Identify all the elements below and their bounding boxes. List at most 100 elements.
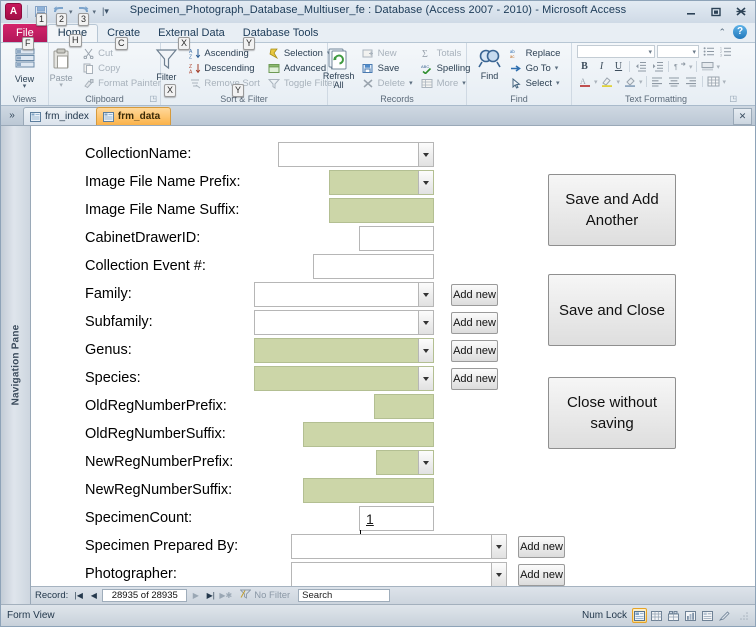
go-to-dropdown-arrow[interactable]: ▾ xyxy=(555,64,559,72)
minimize-button[interactable] xyxy=(683,5,699,18)
chevron-down-icon[interactable] xyxy=(418,451,433,474)
find-button[interactable]: Find xyxy=(473,45,507,91)
add-new-specimen-prepared-by-button[interactable]: Add new xyxy=(518,536,565,558)
field-input-cabinetdrawerid[interactable] xyxy=(359,226,434,251)
field-input-image-file-name-suffix[interactable] xyxy=(329,198,434,223)
add-new-species-button[interactable]: Add new xyxy=(451,368,498,390)
gridlines-dropdown-arrow[interactable]: ▾ xyxy=(723,78,727,86)
more-button[interactable]: More ▾ xyxy=(420,76,474,90)
increase-indent-icon[interactable] xyxy=(650,60,665,74)
go-to-button[interactable]: Go To ▾ xyxy=(509,61,564,75)
layout-view-button[interactable] xyxy=(700,608,715,623)
new-record-button[interactable]: New xyxy=(361,46,416,60)
document-tab-frm-index[interactable]: frm_index xyxy=(23,107,100,125)
align-right-icon[interactable] xyxy=(684,75,699,89)
form-view-button[interactable] xyxy=(632,608,647,623)
refresh-all-button[interactable]: Refresh All xyxy=(319,45,359,91)
new-record-button[interactable]: ▶✱ xyxy=(219,589,232,602)
add-new-family-button[interactable]: Add new xyxy=(451,284,498,306)
paste-dropdown-arrow[interactable]: ▾ xyxy=(59,82,63,89)
save-and-close-button[interactable]: Save and Close xyxy=(548,274,676,346)
record-position-box[interactable]: 28935 of 28935 xyxy=(102,589,188,602)
close-button[interactable] xyxy=(733,5,749,18)
chevron-down-icon[interactable] xyxy=(418,311,433,334)
align-center-icon[interactable] xyxy=(667,75,682,89)
italic-button[interactable]: I xyxy=(594,60,609,74)
save-and-add-another-button[interactable]: Save and Add Another xyxy=(548,174,676,246)
gridlines-icon[interactable] xyxy=(706,75,721,89)
pivotchart-view-button[interactable] xyxy=(683,608,698,623)
field-input-subfamily[interactable] xyxy=(254,310,434,335)
field-input-collection-event-number[interactable] xyxy=(313,254,434,279)
chevron-down-icon[interactable] xyxy=(418,171,433,194)
remove-sort-button[interactable]: Remove Sort xyxy=(187,76,262,90)
alternate-row-dropdown-arrow[interactable]: ▾ xyxy=(717,63,721,71)
document-tab-frm-data[interactable]: frm_data xyxy=(95,107,172,125)
chevron-down-icon[interactable] xyxy=(418,143,433,166)
chevron-down-icon[interactable] xyxy=(418,367,433,390)
shutter-bar-open-button[interactable]: » xyxy=(1,106,23,125)
text-direction-dropdown-arrow[interactable]: ▾ xyxy=(689,63,693,71)
delete-dropdown-arrow[interactable]: ▾ xyxy=(409,79,413,87)
resize-grip-icon[interactable] xyxy=(739,611,749,621)
field-input-family[interactable] xyxy=(254,282,434,307)
restore-button[interactable] xyxy=(708,5,724,18)
chevron-down-icon[interactable] xyxy=(491,563,506,586)
decrease-indent-icon[interactable] xyxy=(633,60,648,74)
field-input-species[interactable] xyxy=(254,366,434,391)
text-highlight-dropdown-arrow[interactable]: ▾ xyxy=(617,78,621,86)
view-dropdown-arrow[interactable]: ▾ xyxy=(23,83,27,90)
background-color-icon[interactable] xyxy=(622,75,637,89)
paste-button[interactable]: Paste ▾ xyxy=(43,45,79,91)
datasheet-view-button[interactable] xyxy=(649,608,664,623)
align-left-icon[interactable] xyxy=(650,75,665,89)
ribbon-tab-external-data[interactable]: External Data xyxy=(149,25,234,42)
font-color-dropdown-arrow[interactable]: ▾ xyxy=(594,78,598,86)
close-object-button[interactable]: ✕ xyxy=(733,108,752,125)
alternate-row-color-icon[interactable] xyxy=(700,60,715,74)
descending-button[interactable]: ZA Descending xyxy=(187,61,262,75)
numbered-list-icon[interactable]: 123 xyxy=(718,45,733,59)
font-color-icon[interactable]: A xyxy=(577,75,592,89)
last-record-button[interactable]: ▶| xyxy=(204,589,217,602)
replace-button[interactable]: ab ac Replace xyxy=(509,46,564,60)
chevron-down-icon[interactable] xyxy=(418,283,433,306)
field-input-photographer[interactable] xyxy=(291,562,507,586)
record-search-input[interactable]: Search xyxy=(298,589,391,602)
text-direction-icon[interactable]: ¶ xyxy=(672,60,687,74)
field-input-newregnumbersuffix[interactable] xyxy=(303,478,434,503)
more-dropdown-arrow[interactable]: ▾ xyxy=(462,79,466,87)
field-input-genus[interactable] xyxy=(254,338,434,363)
select-button[interactable]: Select ▾ xyxy=(509,76,564,90)
field-input-specimencount[interactable]: 1 xyxy=(359,506,434,545)
bulleted-list-icon[interactable] xyxy=(701,45,716,59)
background-color-dropdown-arrow[interactable]: ▾ xyxy=(639,78,643,86)
chevron-down-icon[interactable] xyxy=(491,535,506,558)
next-record-button[interactable]: ▶ xyxy=(189,589,202,602)
field-input-newregnumberprefix[interactable] xyxy=(376,450,434,475)
text-highlight-icon[interactable] xyxy=(600,75,615,89)
field-input-image-file-name-prefix[interactable] xyxy=(329,170,434,195)
filter-status[interactable]: No Filter xyxy=(239,589,290,602)
navigation-pane[interactable]: Navigation Pane xyxy=(1,126,31,604)
first-record-button[interactable]: |◀ xyxy=(72,589,85,602)
text-formatting-dialog-launcher-icon[interactable]: ◳ xyxy=(729,94,737,103)
close-without-saving-button[interactable]: Close without saving xyxy=(548,377,676,449)
field-input-oldregnumberprefix[interactable] xyxy=(374,394,434,419)
select-dropdown-arrow[interactable]: ▾ xyxy=(556,79,560,87)
field-input-specimen-prepared-by[interactable] xyxy=(291,534,507,559)
add-new-genus-button[interactable]: Add new xyxy=(451,340,498,362)
clipboard-dialog-launcher-icon[interactable]: ◳ xyxy=(149,94,157,103)
design-view-button[interactable] xyxy=(717,608,732,623)
font-name-combo[interactable]: ▾ xyxy=(577,45,655,58)
field-input-oldregnumbersuffix[interactable] xyxy=(303,422,434,447)
add-new-photographer-button[interactable]: Add new xyxy=(518,564,565,586)
previous-record-button[interactable]: ◀ xyxy=(87,589,100,602)
field-input-collectionname[interactable] xyxy=(278,142,434,167)
font-size-combo[interactable]: ▾ xyxy=(657,45,699,58)
chevron-down-icon[interactable] xyxy=(418,339,433,362)
add-new-subfamily-button[interactable]: Add new xyxy=(451,312,498,334)
bold-button[interactable]: B xyxy=(577,60,592,74)
delete-record-button[interactable]: Delete ▾ xyxy=(361,76,416,90)
save-record-button[interactable]: Save xyxy=(361,61,416,75)
